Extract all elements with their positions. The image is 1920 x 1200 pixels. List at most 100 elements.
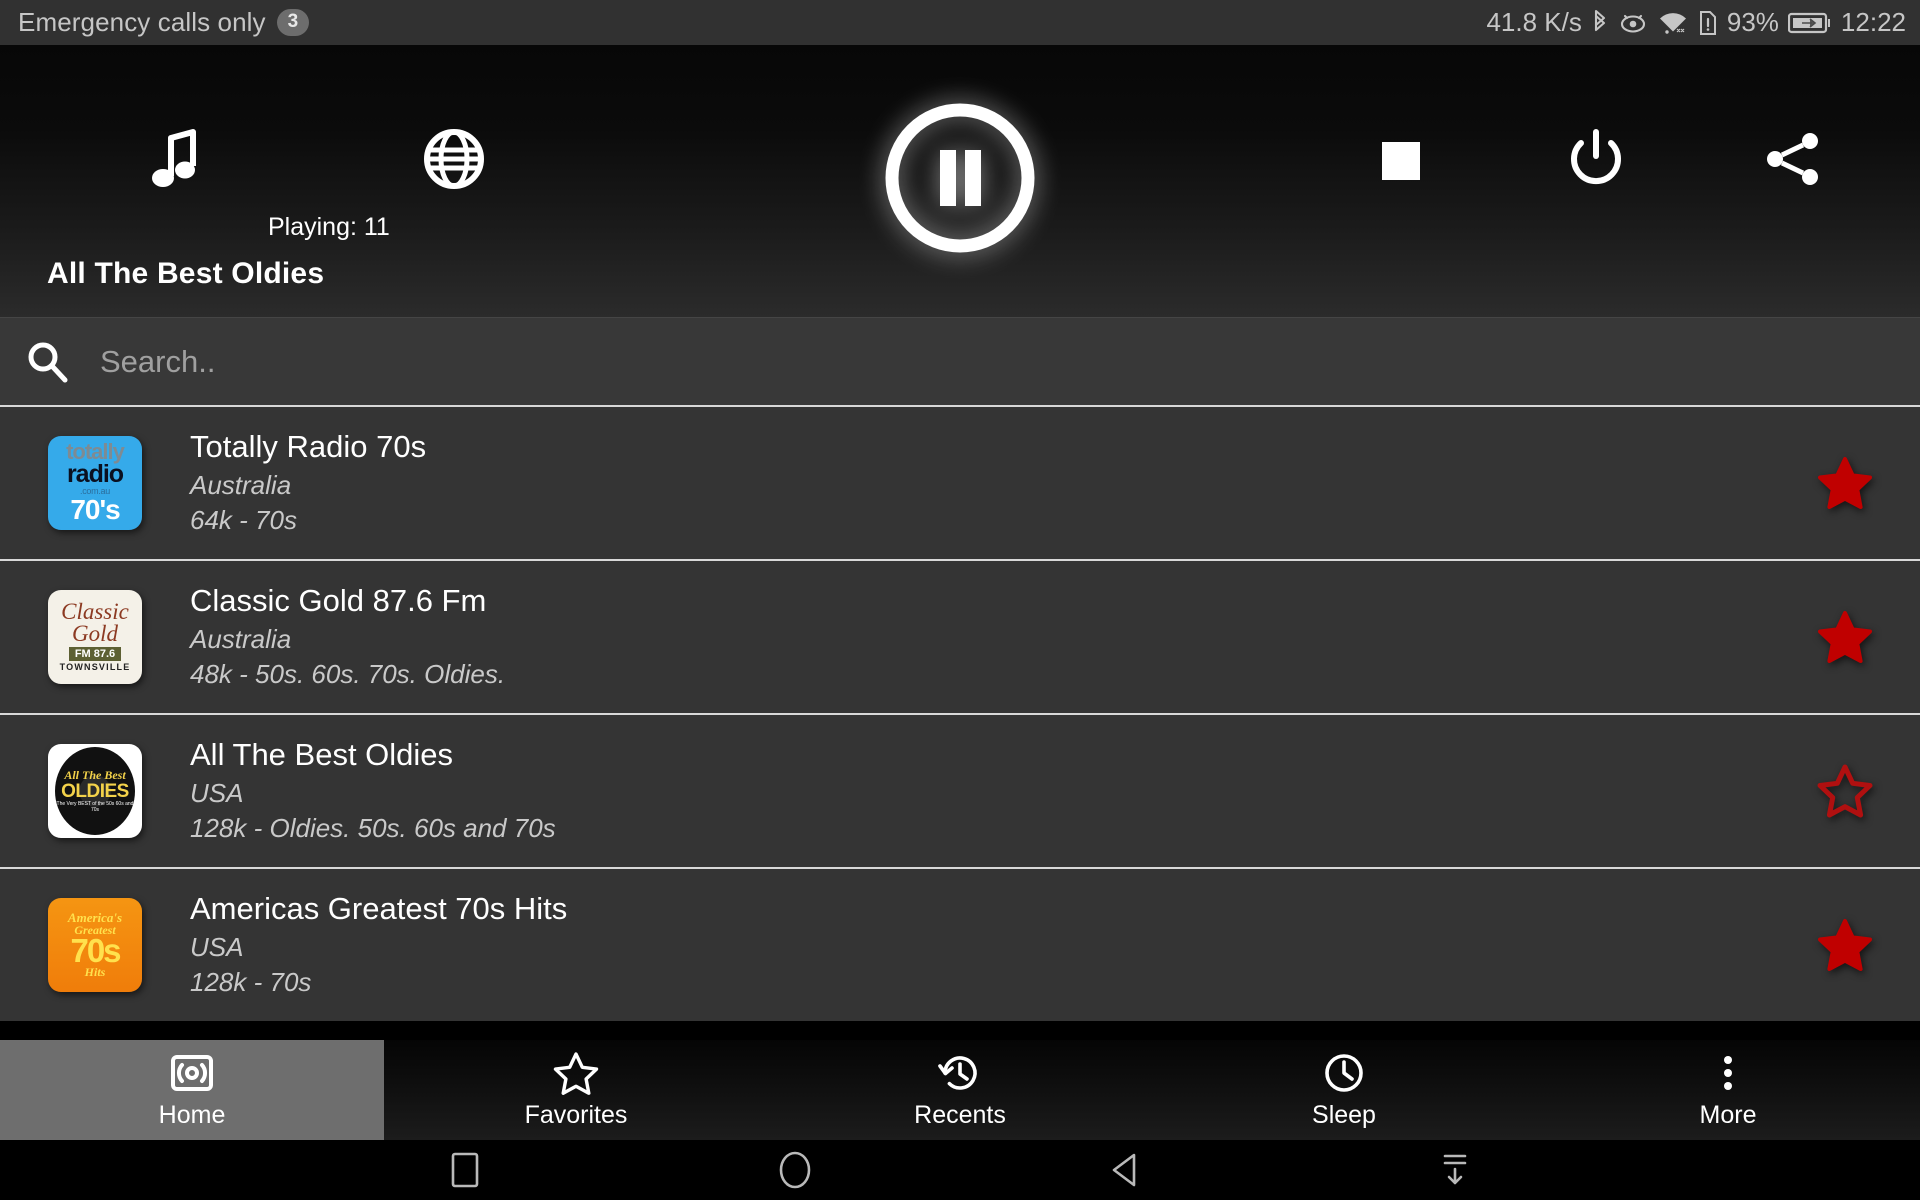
logo-line-3: The Very BEST of the 50s 60s and 70s <box>56 801 134 813</box>
station-description: 128k - Oldies. 50s. 60s and 70s <box>190 813 556 844</box>
all-the-best-oldies-logo: All The Best OLDIES The Very BEST of the… <box>48 744 142 838</box>
logo-line-3: 70s <box>70 932 121 970</box>
nav-item-more[interactable]: More <box>1536 1040 1920 1140</box>
logo-line-4: Hits <box>84 964 106 979</box>
americas-greatest-70s-hits-logo: America's Greatest 70s Hits <box>48 898 142 992</box>
back-triangle-button[interactable] <box>1025 1151 1225 1189</box>
station-description: 128k - 70s <box>190 967 312 998</box>
stop-button[interactable] <box>1365 125 1437 197</box>
table-row[interactable]: Classic Gold FM 87.6 TOWNSVILLE Classic … <box>0 559 1920 713</box>
music-note-icon <box>152 129 196 187</box>
favorite-star-button[interactable] <box>1770 918 1920 972</box>
favorite-star-button[interactable] <box>1770 456 1920 510</box>
sim-alert-icon <box>1698 9 1718 37</box>
station-meta: All The Best Oldies USA 128k - Oldies. 5… <box>190 739 1770 842</box>
battery-charging-icon <box>1787 11 1832 35</box>
station-logo-wrap: America's Greatest 70s Hits <box>0 898 190 992</box>
table-row[interactable]: All The Best OLDIES The Very BEST of the… <box>0 713 1920 867</box>
star-outline-icon <box>553 1051 599 1095</box>
search-icon <box>24 339 70 385</box>
home-circle-icon <box>776 1149 814 1191</box>
notification-count-badge: 3 <box>276 9 310 36</box>
app-root: Emergency calls only 3 41.8 K/s 93% 12:2… <box>0 0 1920 1200</box>
nav-label: Sleep <box>1312 1100 1376 1129</box>
play-pause-button[interactable] <box>877 95 1043 261</box>
nav-label: More <box>1699 1100 1757 1129</box>
station-logo-wrap: Classic Gold FM 87.6 TOWNSVILLE <box>0 590 190 684</box>
share-icon <box>1767 133 1818 185</box>
playing-count-label: Playing: 11 <box>268 213 390 241</box>
player-header: Playing: 11 <box>0 45 1920 253</box>
carrier-label: Emergency calls only <box>18 7 266 37</box>
station-country: USA <box>190 931 244 962</box>
star-filled-icon <box>1818 457 1872 509</box>
nav-item-home[interactable]: Home <box>0 1040 384 1140</box>
power-button[interactable] <box>1560 123 1632 195</box>
recents-square-icon <box>450 1151 480 1189</box>
logo-line-2: OLDIES <box>61 781 129 802</box>
home-circle-button[interactable] <box>695 1149 895 1191</box>
station-meta: Americas Greatest 70s Hits USA 128k - 70… <box>190 893 1770 996</box>
logo-line-1: All The Best <box>64 768 126 782</box>
station-name: Americas Greatest 70s Hits <box>190 891 568 927</box>
station-name: All The Best Oldies <box>190 737 454 773</box>
eye-icon <box>1618 9 1648 37</box>
logo-line-3: FM 87.6 <box>68 647 122 662</box>
station-country: USA <box>190 777 244 808</box>
globe-button[interactable] <box>418 123 490 195</box>
power-icon <box>1571 129 1621 185</box>
nav-item-recents[interactable]: Recents <box>768 1040 1152 1140</box>
search-input[interactable] <box>100 343 1920 380</box>
favorite-star-button[interactable] <box>1770 764 1920 818</box>
music-note-button[interactable] <box>140 123 212 195</box>
logo-line-4: 70's <box>70 493 120 525</box>
star-filled-icon <box>1818 919 1872 971</box>
hide-keyboard-icon <box>1438 1151 1472 1189</box>
pause-icon <box>885 103 1035 253</box>
overflow-dots-icon <box>1705 1051 1751 1095</box>
totally-radio-70s-logo: totally radio .com.au 70's <box>48 436 142 530</box>
station-name: Classic Gold 87.6 Fm <box>190 583 487 619</box>
network-speed-label: 41.8 K/s <box>1486 7 1582 37</box>
nav-label: Favorites <box>524 1100 628 1129</box>
broadcast-icon <box>169 1051 215 1095</box>
status-bar-left: Emergency calls only 3 <box>18 7 1486 38</box>
stop-icon <box>1382 142 1420 180</box>
station-description: 48k - 50s. 60s. 70s. Oldies. <box>190 659 506 690</box>
logo-line-4: TOWNSVILLE <box>59 662 131 673</box>
classic-gold-logo: Classic Gold FM 87.6 TOWNSVILLE <box>48 590 142 684</box>
station-name: Totally Radio 70s <box>190 429 427 465</box>
table-row[interactable]: America's Greatest 70s Hits Americas Gre… <box>0 867 1920 1021</box>
back-triangle-icon <box>1108 1151 1142 1189</box>
wifi-icon <box>1657 9 1689 37</box>
battery-percent-label: 93% <box>1726 7 1779 37</box>
logo-line-2: Gold <box>72 620 118 646</box>
share-button[interactable] <box>1757 123 1829 195</box>
star-outline-icon <box>1817 764 1873 818</box>
globe-icon <box>424 129 484 189</box>
bluetooth-icon <box>1591 9 1609 37</box>
station-list: totally radio .com.au 70's Totally Radio… <box>0 405 1920 1021</box>
logo-line-1: Classic <box>61 598 129 624</box>
nav-item-sleep[interactable]: Sleep <box>1152 1040 1536 1140</box>
logo-line-2: radio <box>66 460 124 489</box>
history-icon <box>937 1051 983 1095</box>
station-country: Australia <box>190 623 292 654</box>
android-system-nav <box>0 1140 1920 1200</box>
hide-keyboard-button[interactable] <box>1355 1151 1555 1189</box>
page-title: All The Best Oldies <box>47 257 325 290</box>
table-row[interactable]: totally radio .com.au 70's Totally Radio… <box>0 405 1920 559</box>
status-bar-right: 41.8 K/s 93% 12:22 <box>1486 7 1906 38</box>
favorite-star-button[interactable] <box>1770 610 1920 664</box>
star-filled-icon <box>1818 611 1872 663</box>
search-bar[interactable] <box>0 317 1920 405</box>
nav-item-favorites[interactable]: Favorites <box>384 1040 768 1140</box>
station-logo-wrap: totally radio .com.au 70's <box>0 436 190 530</box>
station-logo-wrap: All The Best OLDIES The Very BEST of the… <box>0 744 190 838</box>
clock-icon <box>1321 1051 1367 1095</box>
status-bar: Emergency calls only 3 41.8 K/s 93% 12:2… <box>0 0 1920 45</box>
recents-square-button[interactable] <box>365 1151 565 1189</box>
station-meta: Totally Radio 70s Australia 64k - 70s <box>190 431 1770 534</box>
bottom-navigation: Home Favorites Recents Sleep More <box>0 1040 1920 1140</box>
nav-label: Recents <box>914 1100 1006 1129</box>
